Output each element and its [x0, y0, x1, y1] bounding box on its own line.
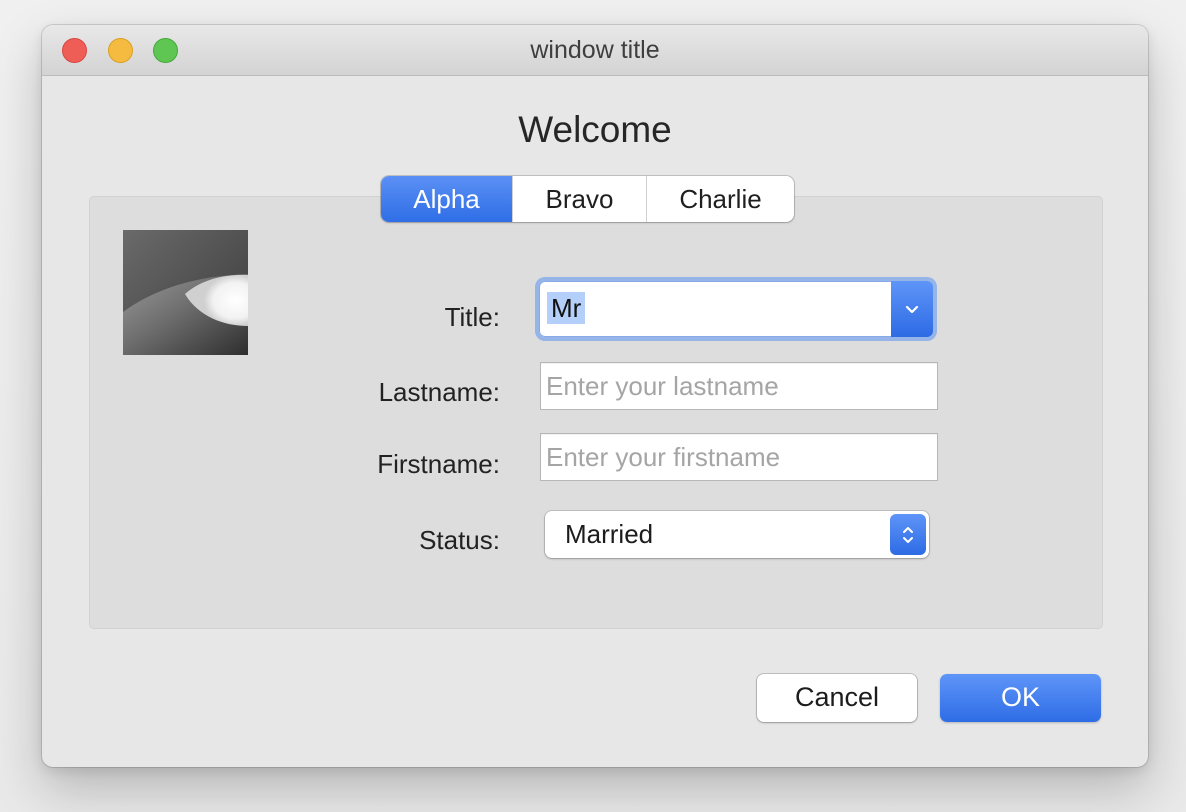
tab-bravo[interactable]: Bravo: [512, 176, 646, 222]
tab-charlie[interactable]: Charlie: [646, 176, 794, 222]
close-window-button[interactable]: [62, 38, 87, 63]
minimize-window-button[interactable]: [108, 38, 133, 63]
status-label: Status:: [419, 525, 500, 555]
window-title: window title: [530, 36, 660, 64]
dialog-window: window title Welcome Alpha Bravo Charlie: [42, 25, 1148, 767]
up-down-chevron-icon: [903, 526, 913, 543]
status-select[interactable]: Married: [545, 511, 929, 558]
welcome-heading: Welcome: [518, 109, 672, 150]
status-value: Married: [565, 519, 654, 549]
title-dropdown-button[interactable]: [891, 281, 933, 337]
title-value[interactable]: Mr: [547, 292, 586, 324]
title-combobox[interactable]: Mr: [539, 281, 933, 337]
chevron-down-icon: [905, 305, 919, 314]
firstname-label: Firstname:: [377, 449, 500, 479]
lastname-field[interactable]: [540, 362, 938, 410]
status-stepper-button[interactable]: [890, 514, 926, 555]
lastname-label: Lastname:: [378, 377, 500, 407]
desktop: window title Welcome Alpha Bravo Charlie: [0, 0, 1186, 812]
profile-image: [123, 230, 248, 355]
tab-alpha[interactable]: Alpha: [381, 176, 512, 222]
cancel-button[interactable]: Cancel: [757, 674, 917, 722]
firstname-field[interactable]: [540, 433, 938, 481]
maximize-window-button[interactable]: [153, 38, 178, 63]
tab-bar: Alpha Bravo Charlie: [381, 176, 794, 222]
title-bar[interactable]: window title: [42, 25, 1148, 76]
title-label: Title:: [444, 302, 500, 332]
ok-button[interactable]: OK: [940, 674, 1101, 722]
